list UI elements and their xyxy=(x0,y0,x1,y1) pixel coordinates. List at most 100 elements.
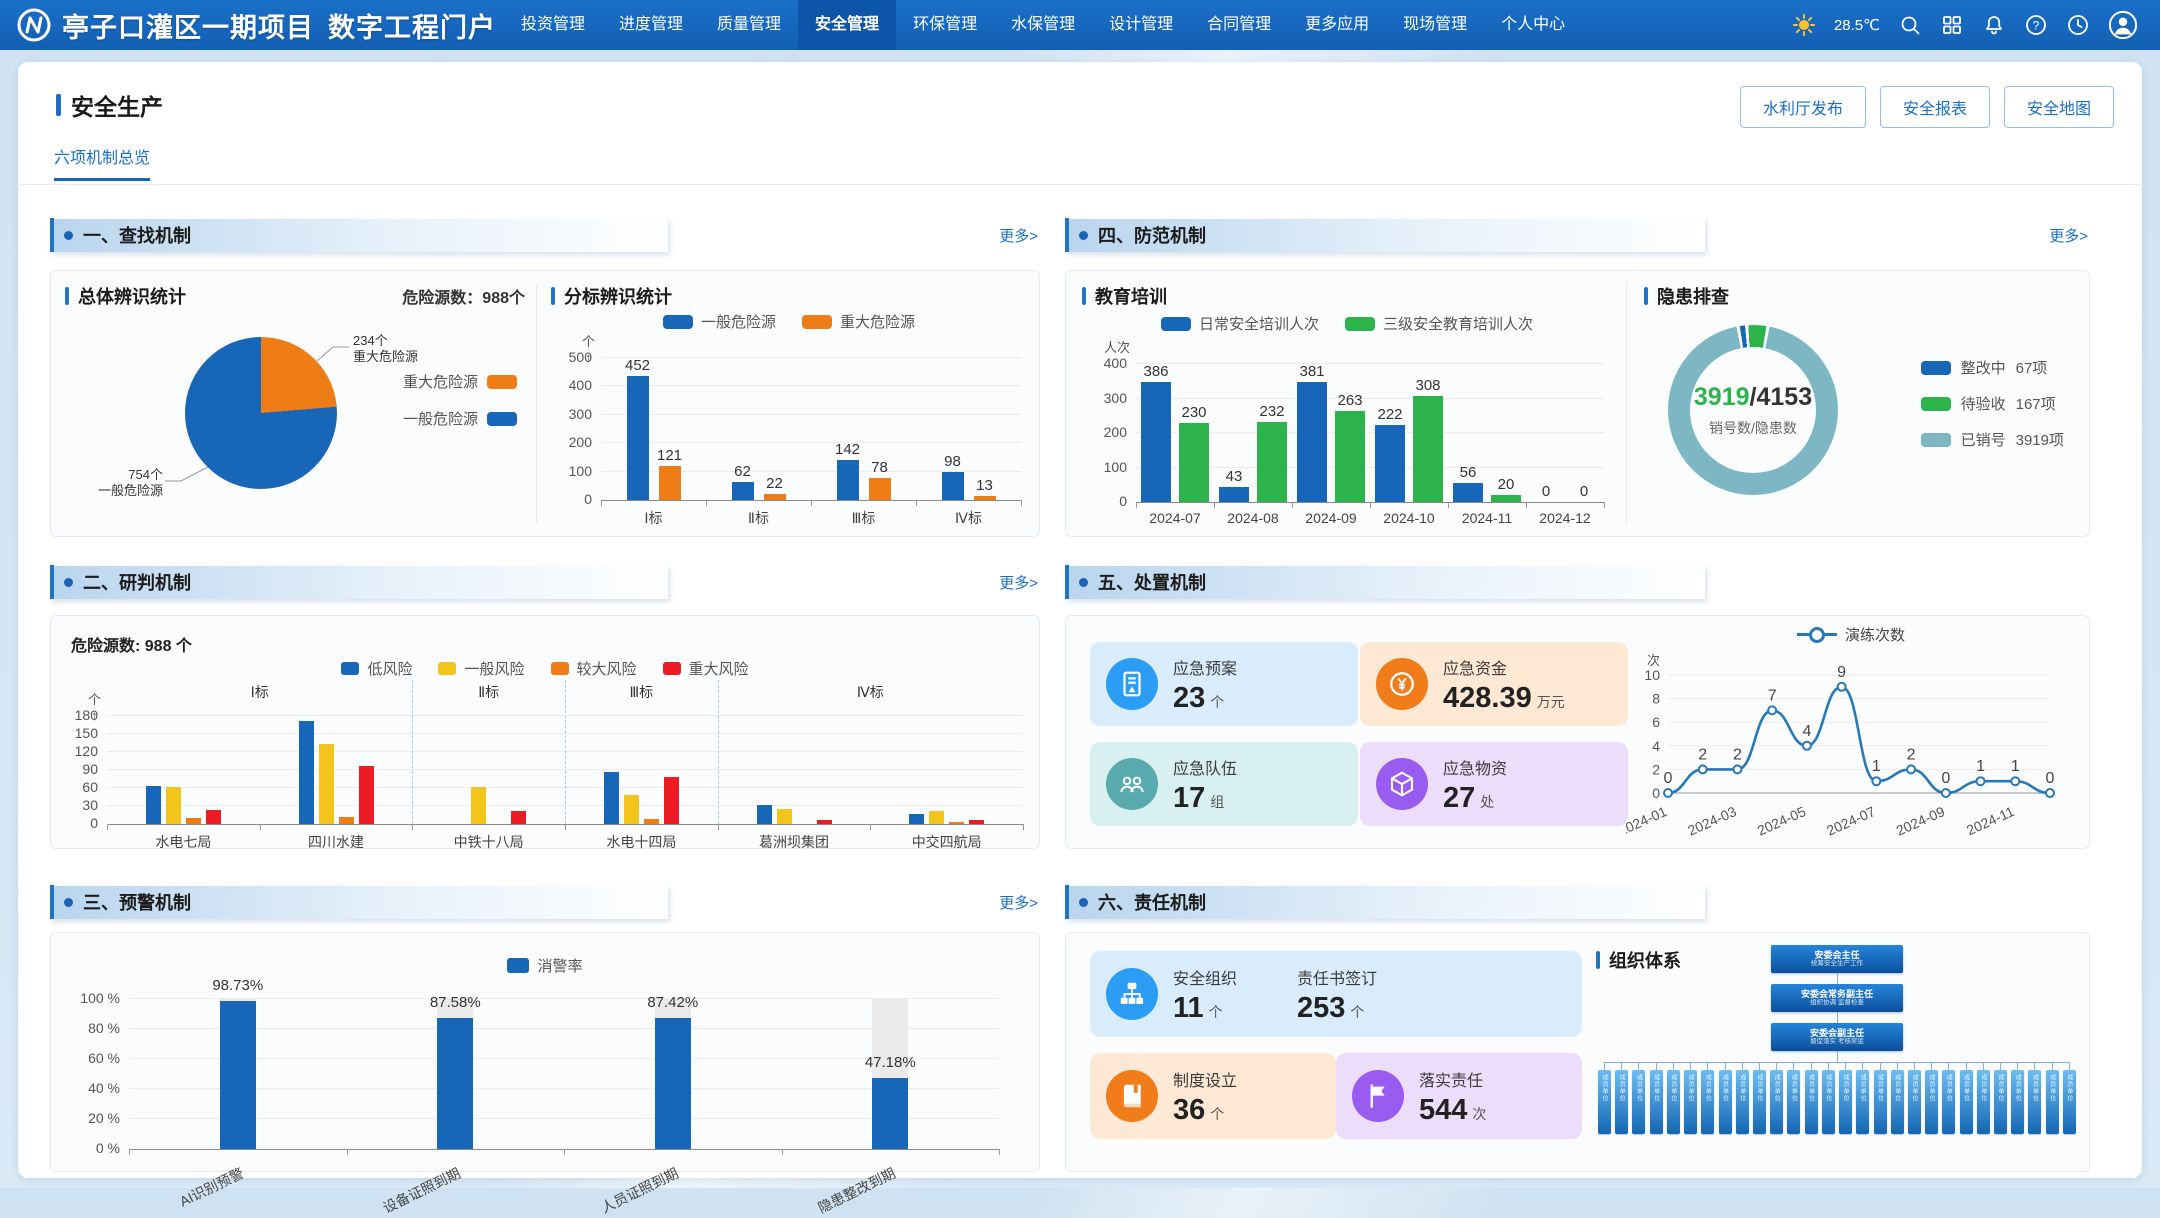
bar xyxy=(624,795,639,824)
legend-item: 一般危险源 xyxy=(403,408,517,429)
org-member-bar: 成员单位 xyxy=(1960,1070,1973,1134)
org-member-bar: 成员单位 xyxy=(1805,1070,1818,1134)
more-link[interactable]: 更多> xyxy=(999,892,1038,913)
bar xyxy=(437,1018,473,1149)
bar xyxy=(220,1001,256,1149)
legend-swatch xyxy=(1345,317,1375,331)
bell-icon[interactable] xyxy=(1982,13,2006,37)
toolbar-button-0[interactable]: 水利厅发布 xyxy=(1740,86,1866,128)
value-label: 98.73% xyxy=(212,977,263,994)
nav-item-8[interactable]: 更多应用 xyxy=(1288,0,1386,50)
search-icon[interactable] xyxy=(1898,13,1922,37)
nav-item-9[interactable]: 现场管理 xyxy=(1386,0,1484,50)
org-member-bar: 成员单位 xyxy=(1994,1070,2007,1134)
bar xyxy=(929,811,944,824)
x-axis-label: 水电七局 xyxy=(107,832,260,852)
bar-group xyxy=(565,716,718,824)
value-label: 87.58% xyxy=(430,994,481,1011)
training-bar-chart: 人次01002003004003862304323238126322230856… xyxy=(1136,364,1604,526)
nav-item-1[interactable]: 进度管理 xyxy=(602,0,700,50)
coin-icon xyxy=(1376,658,1428,710)
org-icon xyxy=(1106,968,1158,1020)
bar-group xyxy=(412,716,565,824)
bar xyxy=(764,494,786,500)
nav-item-5[interactable]: 水保管理 xyxy=(994,0,1092,50)
legend-swatch xyxy=(341,662,359,675)
bar xyxy=(1297,382,1327,502)
value-label: 47.18% xyxy=(865,1054,916,1071)
x-axis-label: AI识别预警 xyxy=(129,1157,347,1209)
svg-text:4: 4 xyxy=(1652,738,1660,754)
top-nav: 亭子口灌区一期项目数字工程门户 投资管理进度管理质量管理安全管理环保管理水保管理… xyxy=(0,0,2160,50)
x-axis-label: 2024-08 xyxy=(1214,510,1292,526)
more-link[interactable]: 更多> xyxy=(2049,225,2088,246)
panel-dot-icon xyxy=(64,231,73,240)
org-chart: 安委会主任统筹安全生产工作安委会常务副主任组织协调 监督检查安委会副主任督促落实… xyxy=(1594,945,2080,1134)
flag-icon xyxy=(1352,1070,1404,1122)
org-member-bar: 成员单位 xyxy=(1822,1070,1835,1134)
find-card: 总体辨识统计 危险源数：988个 234个重大危险源 754个一般危险源 xyxy=(50,270,1040,537)
org-members-row: 成员单位成员单位成员单位成员单位成员单位成员单位成员单位成员单位成员单位成员单位… xyxy=(1594,1062,2080,1134)
toolbar-button-1[interactable]: 安全报表 xyxy=(1880,86,1990,128)
bar xyxy=(1375,425,1405,502)
nav-item-4[interactable]: 环保管理 xyxy=(896,0,994,50)
legend-swatch xyxy=(1921,361,1951,375)
bar-group xyxy=(870,716,1023,824)
nav-item-6[interactable]: 设计管理 xyxy=(1092,0,1190,50)
more-link[interactable]: 更多> xyxy=(999,225,1038,246)
x-axis-label: 2024-09 xyxy=(1292,510,1370,526)
svg-text:10: 10 xyxy=(1644,667,1660,683)
legend-swatch xyxy=(802,315,832,329)
legend-swatch xyxy=(1921,433,1951,447)
tab-six-mechanisms[interactable]: 六项机制总览 xyxy=(54,144,150,181)
legend-item: 整改中67项 xyxy=(1921,357,2064,378)
book-icon xyxy=(1106,1070,1158,1122)
bar xyxy=(942,472,964,500)
more-link[interactable]: 更多> xyxy=(999,572,1038,593)
legend-swatch xyxy=(663,315,693,329)
nav-item-0[interactable]: 投资管理 xyxy=(504,0,602,50)
bar-group: 5620 xyxy=(1448,364,1526,502)
panel-dot-icon xyxy=(1079,231,1088,240)
legend-item: 较大风险 xyxy=(551,658,637,679)
legend-item: 日常安全培训人次 xyxy=(1161,313,1319,334)
bar xyxy=(471,787,486,824)
svg-text:0: 0 xyxy=(2046,770,2055,787)
svg-text:2024-11: 2024-11 xyxy=(1964,803,2017,838)
bar-group xyxy=(107,716,260,824)
x-axis-label: Ⅳ标 xyxy=(916,508,1021,528)
svg-text:2024-03: 2024-03 xyxy=(1685,803,1739,839)
panel-dot-icon xyxy=(1079,578,1088,587)
svg-text:2024-07: 2024-07 xyxy=(1824,803,1878,839)
box-icon xyxy=(1376,758,1428,810)
apps-grid-icon[interactable] xyxy=(1940,13,1964,37)
overall-identify-chart: 总体辨识统计 危险源数：988个 234个重大危险源 754个一般危险源 xyxy=(65,283,525,523)
bar xyxy=(299,721,314,824)
bar xyxy=(837,460,859,500)
x-axis-label: 人员证照到期 xyxy=(564,1157,782,1209)
panel-find-mechanism: 一、查找机制 更多> 总体辨识统计 危险源数：988个 234个重大危险源 xyxy=(50,218,1040,254)
x-axis-label: 2024-11 xyxy=(1448,510,1526,526)
panel-dot-icon xyxy=(64,578,73,587)
bar xyxy=(146,786,161,824)
bar xyxy=(949,822,964,824)
nav-item-3[interactable]: 安全管理 xyxy=(798,0,896,50)
bar xyxy=(655,1018,691,1149)
toolbar-button-2[interactable]: 安全地图 xyxy=(2004,86,2114,128)
panel-dot-icon xyxy=(1079,898,1088,907)
svg-text:2024-05: 2024-05 xyxy=(1755,803,1809,839)
clock-icon[interactable] xyxy=(2066,13,2090,37)
pie-label-general: 754个一般危险源 xyxy=(93,467,163,500)
org-member-bar: 成员单位 xyxy=(1891,1070,1904,1134)
nav-right: 28.5℃ ? xyxy=(1792,10,2160,40)
nav-item-7[interactable]: 合同管理 xyxy=(1190,0,1288,50)
nav-item-2[interactable]: 质量管理 xyxy=(700,0,798,50)
svg-text:0: 0 xyxy=(1941,770,1950,787)
main-card: 安全生产 水利厅发布安全报表安全地图 六项机制总览 一、查找机制 更多> 总体辨… xyxy=(18,62,2142,1178)
drill-line-chart: 0246810次0227491201102024-012024-032024-0… xyxy=(1626,645,2076,850)
nav-title: 亭子口灌区一期项目数字工程门户 xyxy=(62,6,496,45)
avatar[interactable] xyxy=(2108,10,2138,40)
bar xyxy=(166,787,181,824)
nav-item-10[interactable]: 个人中心 xyxy=(1484,0,1582,50)
help-icon[interactable]: ? xyxy=(2024,13,2048,37)
